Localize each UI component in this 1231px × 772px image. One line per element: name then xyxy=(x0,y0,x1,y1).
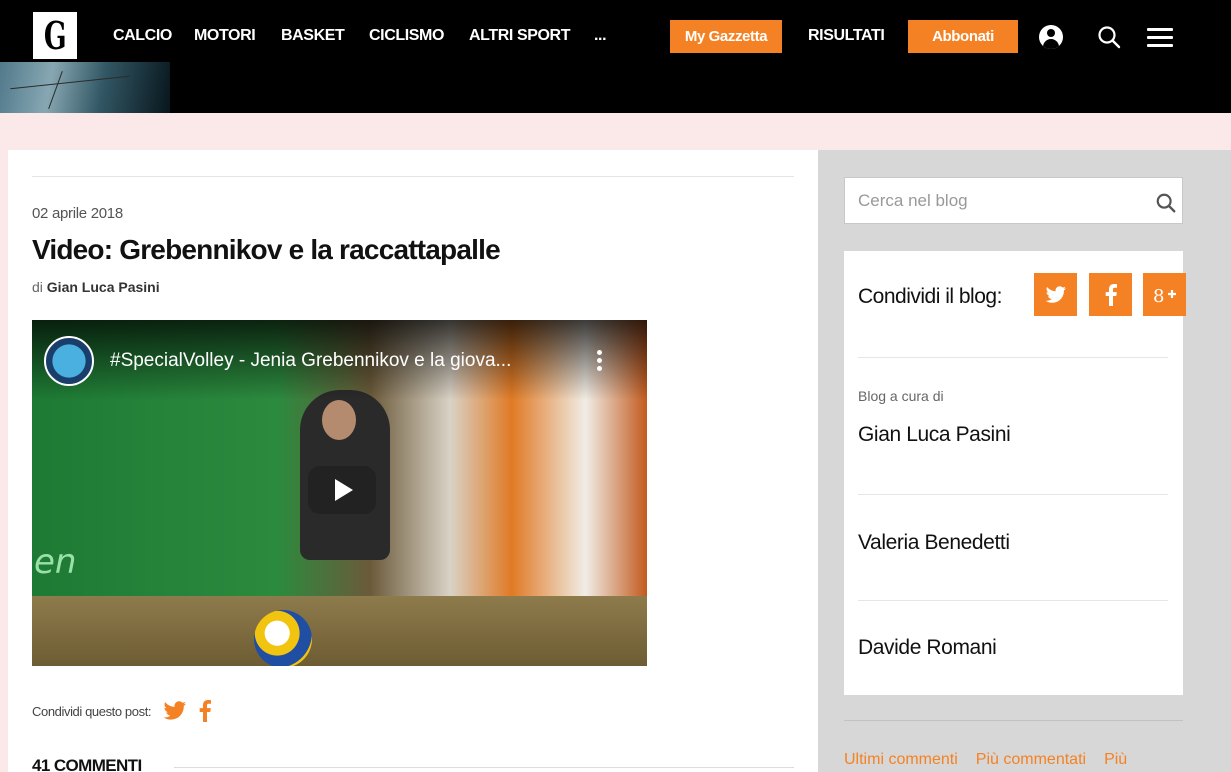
nav-item-ciclismo[interactable]: CICLISMO xyxy=(369,27,444,45)
video-title[interactable]: #SpecialVolley - Jenia Grebennikov e la … xyxy=(110,350,511,372)
divider xyxy=(174,767,794,768)
byline-author[interactable]: Gian Luca Pasini xyxy=(47,279,160,295)
divider xyxy=(858,494,1168,495)
divider xyxy=(32,176,794,177)
volleyball xyxy=(254,610,312,666)
tab-ultimi-commenti[interactable]: Ultimi commenti xyxy=(844,751,958,769)
post-byline: di Gian Luca Pasini xyxy=(32,279,160,295)
twitter-icon xyxy=(1045,285,1066,303)
hamburger-menu-icon[interactable] xyxy=(1147,28,1173,48)
sidebar-author-gian-luca-pasini[interactable]: Gian Luca Pasini xyxy=(858,423,1011,447)
google-plus-icon: 8 xyxy=(1153,286,1176,305)
video-person-head xyxy=(322,400,356,440)
divider xyxy=(844,720,1183,721)
search-placeholder: Cerca nel blog xyxy=(858,191,968,210)
share-blog-label: Condividi il blog: xyxy=(858,285,1002,308)
channel-avatar[interactable] xyxy=(44,336,94,386)
nav-item-calcio[interactable]: CALCIO xyxy=(113,27,172,45)
divider xyxy=(858,357,1168,358)
sidebar-author-davide-romani[interactable]: Davide Romani xyxy=(858,636,997,660)
facebook-icon[interactable] xyxy=(199,700,212,722)
embedded-video-player[interactable]: en #SpecialVolley - Jenia Grebennikov e … xyxy=(32,320,647,666)
nav-item-motori[interactable]: MOTORI xyxy=(194,27,256,45)
share-post-bar: Condividi questo post: xyxy=(32,700,212,722)
facebook-icon xyxy=(1105,283,1117,306)
header-background-image xyxy=(0,62,170,113)
sidebar-author-valeria-benedetti[interactable]: Valeria Benedetti xyxy=(858,531,1010,555)
nav-item-risultati[interactable]: RISULTATI xyxy=(808,27,885,45)
article-column: 02 aprile 2018 Video: Grebennikov e la r… xyxy=(8,150,818,772)
twitter-share-button[interactable] xyxy=(1034,273,1077,316)
video-more-options-icon[interactable] xyxy=(597,350,603,372)
nav-item-more[interactable]: ... xyxy=(594,27,607,45)
search-icon[interactable] xyxy=(1097,25,1121,49)
svg-text:8: 8 xyxy=(1153,286,1164,305)
twitter-icon[interactable] xyxy=(163,701,187,721)
video-floor xyxy=(32,596,647,666)
abbonati-button[interactable]: Abbonati xyxy=(908,20,1018,53)
post-title[interactable]: Video: Grebennikov e la raccattapalle xyxy=(32,234,501,266)
curated-by-label: Blog a cura di xyxy=(858,388,944,404)
facebook-share-button[interactable] xyxy=(1089,273,1132,316)
blog-info-card: Condividi il blog: 8 Blog a cura di Gian… xyxy=(844,251,1186,695)
post-date: 02 aprile 2018 xyxy=(32,205,123,222)
tab-piu[interactable]: Più xyxy=(1104,751,1127,769)
tab-piu-commentati[interactable]: Più commentati xyxy=(976,751,1086,769)
divider xyxy=(858,600,1168,601)
nav-item-basket[interactable]: BASKET xyxy=(281,27,345,45)
nav-item-altri-sport[interactable]: ALTRI SPORT xyxy=(469,27,570,45)
blog-search-input[interactable]: Cerca nel blog xyxy=(844,177,1183,224)
comments-tabs: Ultimi commenti Più commentati Più xyxy=(844,751,1127,769)
my-gazzetta-button[interactable]: My Gazzetta xyxy=(670,20,782,53)
comments-heading: 41 COMMENTI xyxy=(32,756,142,772)
gazzetta-logo[interactable]: G xyxy=(33,12,77,59)
top-navigation-bar: G CALCIO MOTORI BASKET CICLISMO ALTRI SP… xyxy=(0,0,1231,113)
sidebar: Cerca nel blog Condividi il blog: 8 Blog… xyxy=(818,150,1231,772)
search-icon[interactable] xyxy=(1155,192,1177,214)
user-icon[interactable] xyxy=(1039,25,1063,49)
video-background-text: en xyxy=(34,542,77,582)
google-plus-share-button[interactable]: 8 xyxy=(1143,273,1186,316)
play-button[interactable] xyxy=(308,466,376,514)
share-post-label: Condividi questo post: xyxy=(32,703,152,719)
byline-prefix: di xyxy=(32,279,43,295)
logo-letter: G xyxy=(43,12,67,58)
